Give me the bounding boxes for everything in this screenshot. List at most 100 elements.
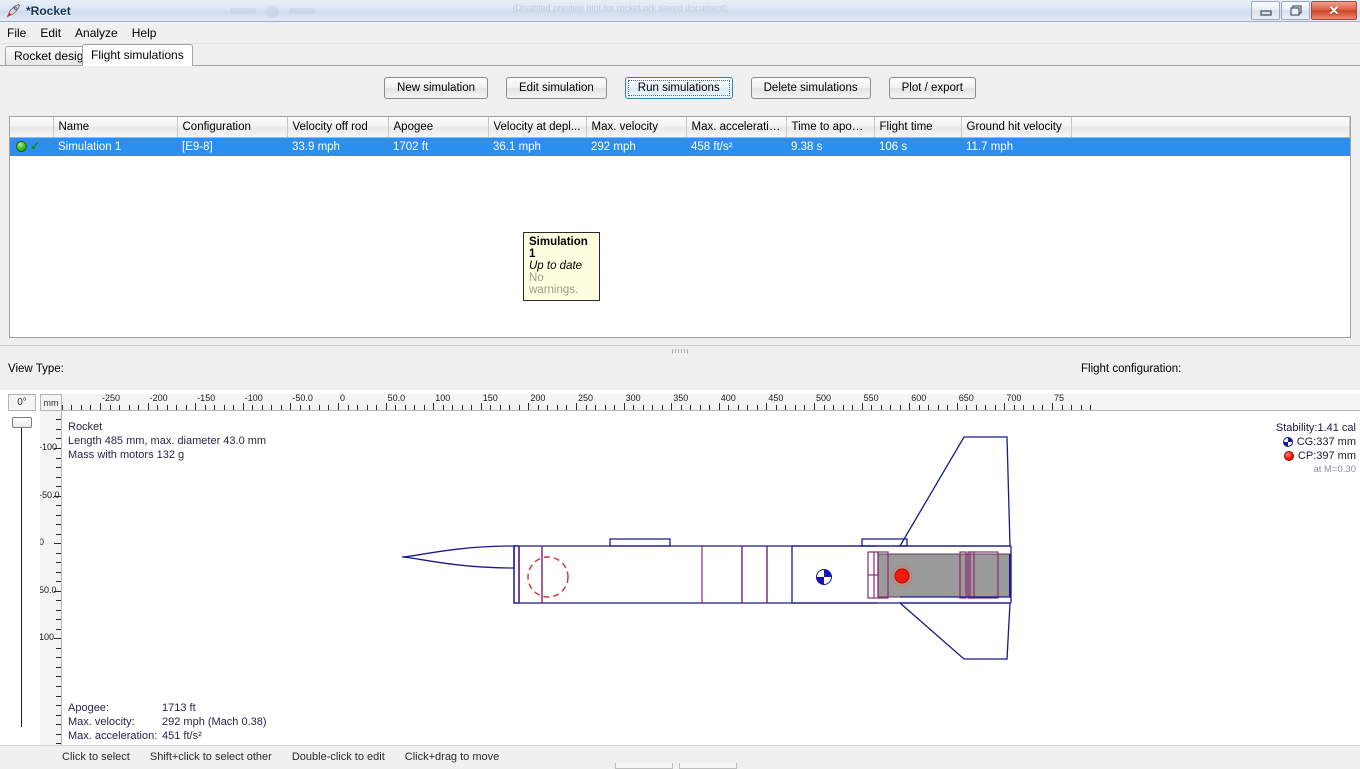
ruler-tick-minor: [205, 405, 206, 410]
flight-stat-label-0: Apogee:: [68, 702, 109, 714]
simulations-table[interactable]: Name Configuration Velocity off rod Apog…: [9, 116, 1351, 338]
ruler-tick-minor: [357, 405, 358, 410]
flight-stat-value-2: 451 ft/s²: [162, 730, 202, 742]
ruler-tick-minor: [319, 405, 320, 410]
ruler-tick-major: [1052, 403, 1053, 410]
ruler-tick-major: [338, 403, 339, 410]
ruler-tick-minor: [947, 405, 948, 410]
ruler-tick-minor: [738, 405, 739, 410]
ruler-tick-minor: [757, 405, 758, 410]
ruler-tick-minor: [56, 734, 61, 735]
rocket-drawing[interactable]: Rocket Length 485 mm, max. diameter 43.0…: [62, 411, 1360, 745]
ruler-tick-minor: [129, 405, 130, 410]
new-simulation-button[interactable]: New simulation: [384, 77, 488, 99]
ruler-tick-major: [957, 403, 958, 410]
ruler-tick-minor: [376, 405, 377, 410]
plot-export-button[interactable]: Plot / export: [889, 77, 976, 99]
ruler-tick-minor: [348, 405, 349, 410]
ruler-tick-minor: [804, 405, 805, 410]
ruler-tick-minor: [62, 405, 63, 410]
delete-simulations-button[interactable]: Delete simulations: [751, 77, 871, 99]
ruler-tick-minor: [110, 405, 111, 410]
ruler-tick-minor: [614, 405, 615, 410]
ruler-tick-minor: [538, 405, 539, 410]
col-velocity-at-deployment[interactable]: Velocity at depl...: [488, 117, 586, 137]
ruler-tick-minor: [776, 405, 777, 410]
cell-filler: [1071, 137, 1350, 156]
ruler-tick-minor: [271, 405, 272, 410]
ruler-tick-major: [54, 543, 61, 544]
run-simulations-button[interactable]: Run simulations: [625, 77, 733, 99]
panel-splitter[interactable]: [0, 345, 1360, 355]
menu-bar: File Edit Analyze Help: [0, 22, 1360, 44]
statusbar-notch-right: [679, 763, 737, 769]
ruler-tick-minor: [785, 405, 786, 410]
ruler-tick-minor: [56, 696, 61, 697]
status-hint-click: Click to select: [62, 751, 130, 763]
menu-file[interactable]: File: [0, 24, 33, 42]
window-titlebar: *Rocket (Disabled preview hint for rocke…: [0, 0, 1360, 22]
maximize-button[interactable]: [1281, 1, 1310, 20]
ruler-label: 350: [673, 394, 688, 403]
col-max-acceleration[interactable]: Max. acceleration: [686, 117, 786, 137]
tab-flight-simulations[interactable]: Flight simulations: [82, 44, 193, 66]
ruler-tick-minor: [138, 405, 139, 410]
close-button[interactable]: ✕: [1311, 1, 1357, 20]
col-max-velocity[interactable]: Max. velocity: [586, 117, 686, 137]
ruler-tick-minor: [1042, 405, 1043, 410]
ruler-label: -50.0: [292, 394, 313, 403]
col-velocity-off-rod[interactable]: Velocity off rod: [287, 117, 388, 137]
col-ground-hit-velocity[interactable]: Ground hit velocity: [961, 117, 1071, 137]
ruler-tick-minor: [328, 405, 329, 410]
menu-analyze[interactable]: Analyze: [68, 24, 125, 42]
menu-help[interactable]: Help: [125, 24, 164, 42]
col-status[interactable]: [10, 117, 53, 137]
ruler-tick-minor: [56, 743, 61, 744]
col-apogee[interactable]: Apogee: [388, 117, 488, 137]
ruler-tick-minor: [605, 405, 606, 410]
ruler-label: -50.0: [40, 490, 60, 500]
col-configuration[interactable]: Configuration: [177, 117, 287, 137]
tooltip-status: Up to date: [529, 260, 594, 272]
ruler-label: 75: [1054, 394, 1064, 403]
cell-max-velocity: 292 mph: [586, 137, 686, 156]
tooltip-warnings: No warnings.: [529, 272, 594, 296]
ruler-tick-minor: [56, 686, 61, 687]
rocket-icon: [5, 3, 21, 19]
rocket-side-view-svg: [62, 411, 1360, 745]
cell-name: Simulation 1: [53, 137, 177, 156]
flight-stat-value-1: 292 mph (Mach 0.38): [162, 716, 267, 728]
ruler-tick-major: [290, 403, 291, 410]
ruler-tick-minor: [56, 724, 61, 725]
ruler-tick-minor: [56, 600, 61, 601]
titlebar-ghost-text: (Disabled preview hint for rocket.ork sa…: [340, 3, 900, 17]
ruler-tick-minor: [595, 405, 596, 410]
minimize-button[interactable]: [1251, 1, 1280, 20]
edit-simulation-button[interactable]: Edit simulation: [506, 77, 607, 99]
col-name[interactable]: Name: [53, 117, 177, 137]
status-bar: Click to select Shift+click to select ot…: [0, 745, 1360, 768]
ruler-tick-minor: [728, 405, 729, 410]
table-row[interactable]: ✓ Simulation 1 [E9-8] 33.9 mph 1702 ft 3…: [10, 137, 1350, 156]
ruler-tick-minor: [557, 405, 558, 410]
ruler-tick-minor: [443, 405, 444, 410]
ruler-tick-minor: [56, 581, 61, 582]
rotation-slider-track: [21, 427, 22, 727]
cell-velocity-at-deployment: 36.1 mph: [488, 137, 586, 156]
ruler-tick-minor: [1062, 405, 1063, 410]
rotation-slider[interactable]: [8, 413, 36, 743]
ruler-tick-minor: [56, 486, 61, 487]
cell-time-to-apogee: 9.38 s: [786, 137, 874, 156]
ruler-tick-minor: [709, 405, 710, 410]
ruler-tick-major: [1004, 403, 1005, 410]
rotation-slider-thumb[interactable]: [12, 417, 32, 428]
cp-marker-on-rocket: [895, 569, 909, 583]
ruler-label: 0: [40, 537, 44, 547]
ruler-tick-minor: [367, 405, 368, 410]
ruler-tick-minor: [414, 405, 415, 410]
col-time-to-apogee[interactable]: Time to apogee: [786, 117, 874, 137]
col-flight-time[interactable]: Flight time: [874, 117, 961, 137]
ruler-tick-minor: [281, 405, 282, 410]
cell-max-acceleration: 458 ft/s²: [686, 137, 786, 156]
menu-edit[interactable]: Edit: [33, 24, 68, 42]
